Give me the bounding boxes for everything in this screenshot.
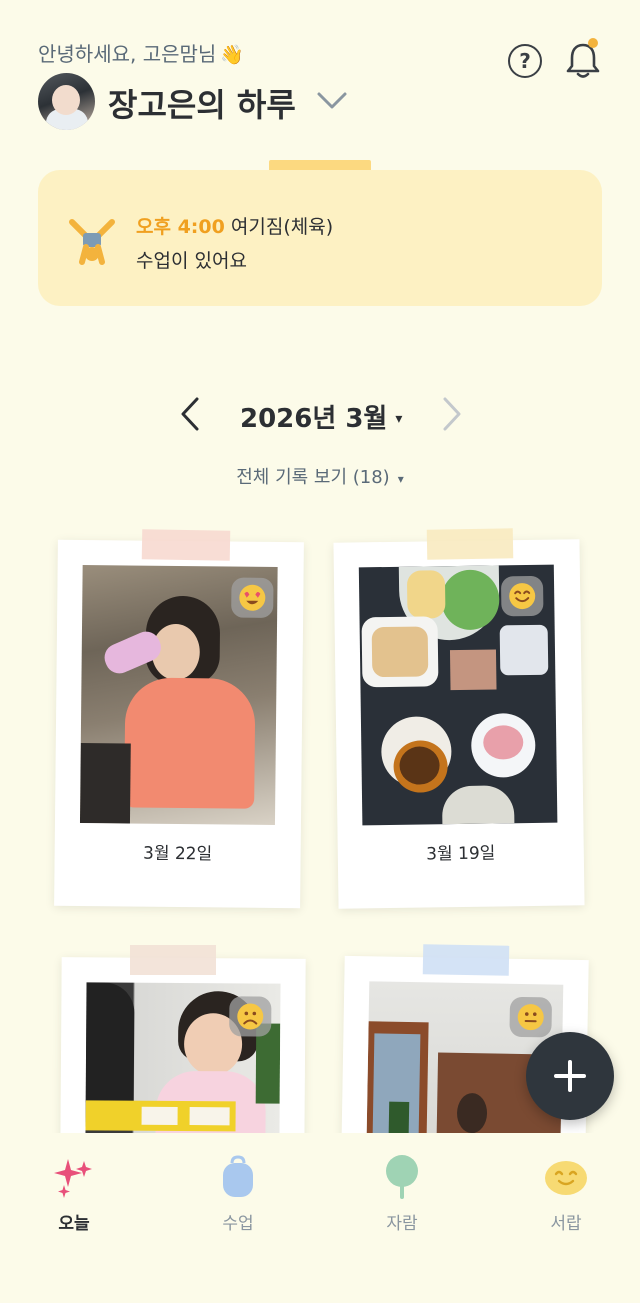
prev-month-button[interactable]: [178, 396, 202, 432]
notification-dot: [588, 38, 598, 48]
sparkles-icon: [54, 1159, 92, 1198]
record-card[interactable]: [60, 957, 306, 1159]
notice-headline: 오후 4:00 여기짐(체육): [136, 212, 333, 239]
notice-class-name: 여기짐(체육): [230, 216, 334, 238]
tree-icon: [386, 1155, 418, 1199]
class-notice-card[interactable]: 오후 4:00 여기짐(체육) 수업이 있어요: [38, 170, 602, 306]
next-month-button[interactable]: [440, 396, 464, 432]
backpack-icon: [223, 1155, 253, 1197]
child-title[interactable]: 장고은의 하루: [108, 80, 296, 126]
tab-growth[interactable]: 자람: [352, 1153, 452, 1234]
month-label: 2026년 3월: [240, 404, 388, 434]
caret-down-icon: ▾: [395, 411, 403, 427]
notice-message: 수업이 있어요: [136, 250, 247, 272]
record-date: 3월 19일: [426, 843, 496, 865]
smile-face-icon: [545, 1161, 587, 1195]
tab-label: 서랍: [550, 1214, 582, 1234]
plus-icon: [554, 1060, 586, 1092]
record-card[interactable]: 3월 22일: [54, 539, 304, 909]
washi-tape: [141, 529, 231, 561]
record-filter[interactable]: 전체 기록 보기 (18) ▾: [0, 463, 640, 489]
record-card[interactable]: 3월 19일: [333, 539, 585, 909]
gymnast-icon: [69, 219, 115, 265]
tab-today[interactable]: 오늘: [24, 1153, 124, 1234]
greeting-label: 안녕하세요, 고은맘님: [38, 42, 217, 66]
heart-eyes-face-icon: [231, 577, 274, 618]
frowning-face-icon: [229, 996, 272, 1037]
question-icon: ?: [519, 49, 531, 73]
child-avatar[interactable]: [38, 73, 95, 130]
tab-label: 자람: [386, 1214, 418, 1234]
greeting-text: 안녕하세요, 고은맘님 👋: [38, 38, 244, 67]
washi-tape: [130, 945, 216, 975]
caret-down-icon: ▾: [397, 472, 404, 486]
tab-classes[interactable]: 수업: [188, 1153, 288, 1234]
record-date: 3월 22일: [142, 843, 213, 865]
bottom-tab-bar: 오늘 수업 자람 서랍: [0, 1133, 640, 1303]
smiling-face-icon: [500, 575, 544, 617]
filter-label: 전체 기록 보기 (18): [236, 467, 390, 488]
tab-drawer[interactable]: 서랍: [516, 1153, 616, 1234]
chevron-down-icon[interactable]: [316, 90, 348, 112]
notice-time: 오후 4:00: [136, 216, 225, 238]
neutral-face-icon: [509, 996, 553, 1038]
tab-label: 오늘: [58, 1214, 90, 1234]
wave-emoji: 👋: [220, 44, 244, 66]
month-selector[interactable]: 2026년 3월 ▾: [240, 398, 402, 435]
washi-tape: [422, 944, 510, 976]
help-button[interactable]: ?: [508, 44, 542, 78]
washi-tape: [426, 528, 514, 560]
add-record-button[interactable]: [526, 1032, 614, 1120]
tab-label: 수업: [222, 1214, 254, 1234]
